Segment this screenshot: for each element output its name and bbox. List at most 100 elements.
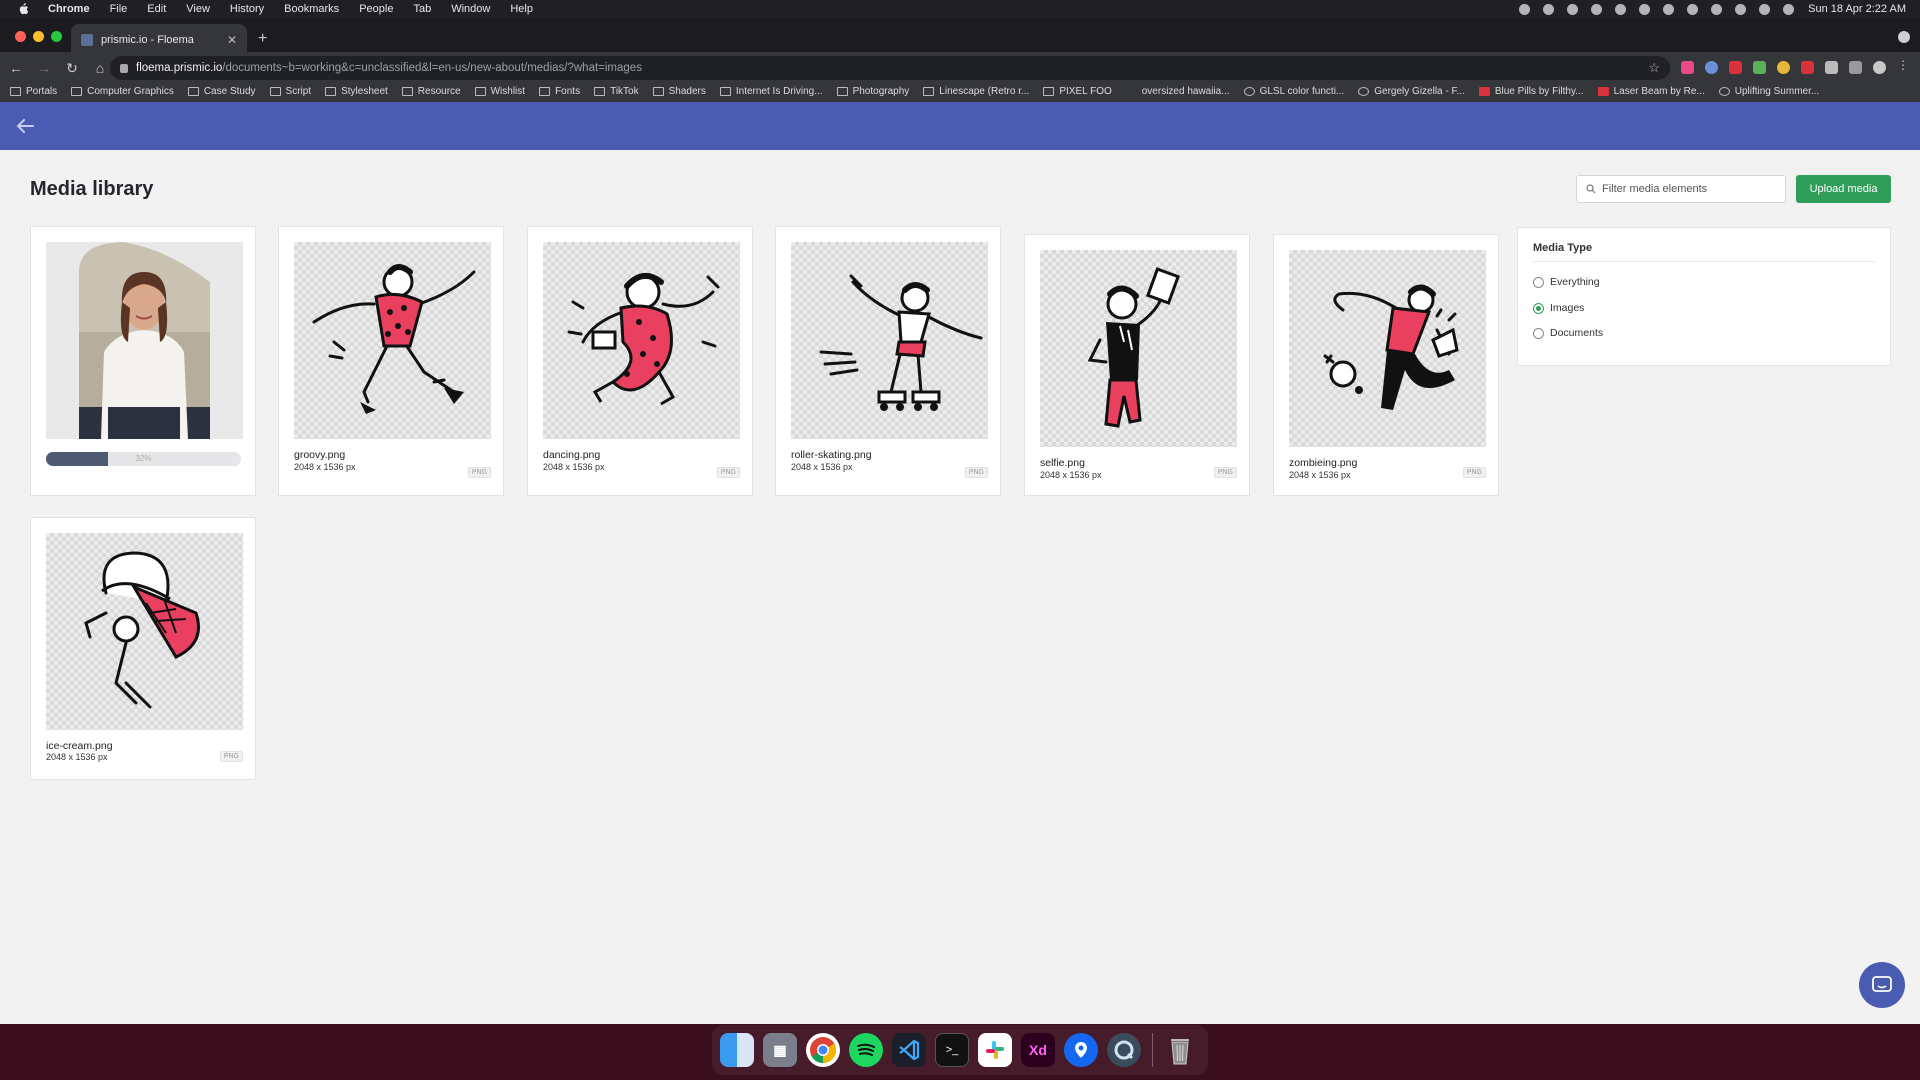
onepassword-ext-icon[interactable] xyxy=(1705,61,1718,74)
bookmark-item[interactable]: Fonts xyxy=(539,86,580,97)
menu-clock[interactable]: Sun 18 Apr 2:22 AM xyxy=(1808,3,1906,15)
menu-file[interactable]: File xyxy=(110,3,128,15)
bookmark-item[interactable]: Computer Graphics xyxy=(71,86,174,97)
status-siri-icon[interactable] xyxy=(1783,3,1795,15)
chrome-menu-icon[interactable]: ⋮ xyxy=(1897,58,1910,72)
media-card[interactable]: selfie.png 2048 x 1536 px PNG xyxy=(1024,234,1250,496)
radio-button-selected[interactable] xyxy=(1533,302,1544,314)
lock-icon[interactable] xyxy=(120,63,128,73)
status-upload-icon[interactable] xyxy=(1615,3,1627,15)
new-tab-icon[interactable]: + xyxy=(258,30,267,48)
media-dimensions: 2048 x 1536 px xyxy=(1040,470,1102,480)
terminal-icon[interactable]: >_ xyxy=(935,1033,969,1067)
slack-icon[interactable] xyxy=(978,1033,1012,1067)
menu-people[interactable]: People xyxy=(359,3,393,15)
file-type-badge: PNG xyxy=(219,751,243,762)
filter-option-documents[interactable]: Documents xyxy=(1533,327,1603,339)
bookmark-item[interactable]: oversized hawaiia... xyxy=(1126,86,1230,97)
status-bluetooth-icon[interactable] xyxy=(1687,3,1699,15)
bookmark-item[interactable]: Uplifting Summer... xyxy=(1718,86,1819,97)
menu-edit[interactable]: Edit xyxy=(147,3,166,15)
menu-tab[interactable]: Tab xyxy=(413,3,431,15)
quicktime-icon[interactable] xyxy=(1107,1033,1141,1067)
status-record-icon[interactable] xyxy=(1519,3,1531,15)
tab-search-icon[interactable] xyxy=(1898,31,1910,43)
menu-app-name[interactable]: Chrome xyxy=(48,3,90,15)
apple-logo-icon[interactable] xyxy=(16,3,30,15)
upload-media-button[interactable]: Upload media xyxy=(1796,175,1891,203)
extension-icon[interactable] xyxy=(1729,61,1742,74)
media-thumbnail xyxy=(46,533,243,730)
bookmark-item[interactable]: GLSL color functi... xyxy=(1243,86,1344,97)
bookmark-item[interactable]: Wishlist xyxy=(474,86,525,97)
status-search-icon[interactable] xyxy=(1735,3,1747,15)
bookmark-item[interactable]: TikTok xyxy=(594,86,639,97)
extension-icon[interactable] xyxy=(1801,61,1814,74)
bookmark-item[interactable]: Case Study xyxy=(187,86,256,97)
status-onepassword-icon[interactable] xyxy=(1591,3,1603,15)
profile-avatar[interactable] xyxy=(1873,61,1886,74)
forward-nav-icon[interactable]: → xyxy=(32,60,56,76)
back-nav-icon[interactable]: ← xyxy=(4,60,28,76)
bookmark-item[interactable]: Stylesheet xyxy=(325,86,388,97)
finder-icon[interactable] xyxy=(720,1033,754,1067)
menu-window[interactable]: Window xyxy=(451,3,490,15)
reload-icon[interactable]: ↻ xyxy=(60,60,84,77)
tab-close-icon[interactable]: ✕ xyxy=(227,33,237,47)
bookmark-item[interactable]: Laser Beam by Re... xyxy=(1597,86,1705,97)
bookmark-item[interactable]: Gergely Gizella - F... xyxy=(1358,86,1465,97)
menu-history[interactable]: History xyxy=(230,3,264,15)
extension-icon[interactable] xyxy=(1753,61,1766,74)
shield-ext-icon[interactable] xyxy=(1825,61,1838,74)
vscode-icon[interactable] xyxy=(892,1033,926,1067)
radio-button[interactable] xyxy=(1533,327,1544,339)
media-card-uploading[interactable]: 32% xyxy=(30,226,256,496)
launchpad-icon[interactable]: ▦ xyxy=(763,1033,797,1067)
menu-view[interactable]: View xyxy=(186,3,210,15)
home-icon[interactable]: ⌂ xyxy=(88,60,112,76)
minimize-window-icon[interactable] xyxy=(33,31,44,42)
bookmark-item[interactable]: Photography xyxy=(836,86,909,97)
bookmark-item[interactable]: Script xyxy=(269,86,311,97)
maps-pin-icon[interactable] xyxy=(1064,1033,1098,1067)
puzzle-extensions-icon[interactable] xyxy=(1849,61,1862,74)
extension-icon[interactable] xyxy=(1777,61,1790,74)
filter-media-input[interactable]: Filter media elements xyxy=(1576,175,1786,203)
status-creative-cloud-icon[interactable] xyxy=(1543,3,1555,15)
bookmark-item[interactable]: Blue Pills by Filthy... xyxy=(1478,86,1584,97)
bookmark-item[interactable]: Portals xyxy=(10,86,57,97)
status-wifi-icon[interactable] xyxy=(1711,3,1723,15)
bookmark-item[interactable]: Shaders xyxy=(652,86,706,97)
bookmark-star-icon[interactable]: ☆ xyxy=(1648,60,1660,76)
back-arrow-icon[interactable] xyxy=(14,116,36,136)
media-card[interactable]: groovy.png 2048 x 1536 px PNG xyxy=(278,226,504,496)
maximize-window-icon[interactable] xyxy=(51,31,62,42)
radio-button[interactable] xyxy=(1533,276,1544,288)
chrome-icon[interactable] xyxy=(806,1033,840,1067)
status-cloud-icon[interactable] xyxy=(1567,3,1579,15)
menu-bookmarks[interactable]: Bookmarks xyxy=(284,3,339,15)
menu-help[interactable]: Help xyxy=(510,3,533,15)
status-play-icon[interactable] xyxy=(1639,3,1651,15)
trash-icon[interactable] xyxy=(1163,1033,1197,1067)
filter-option-everything[interactable]: Everything xyxy=(1533,276,1600,288)
status-control-center-icon[interactable] xyxy=(1759,3,1771,15)
status-battery-icon[interactable] xyxy=(1663,3,1675,15)
address-bar[interactable]: floema.prismic.io/documents~b=working&c=… xyxy=(110,56,1670,80)
media-card[interactable]: dancing.png 2048 x 1536 px PNG xyxy=(527,226,753,496)
support-chat-button[interactable] xyxy=(1859,962,1905,1008)
media-card[interactable]: ice-cream.png 2048 x 1536 px PNG xyxy=(30,517,256,780)
extension-icon[interactable] xyxy=(1681,61,1694,74)
bookmark-item[interactable]: Resource xyxy=(401,86,461,97)
media-card[interactable]: zombieing.png 2048 x 1536 px PNG xyxy=(1273,234,1499,496)
spotify-icon[interactable] xyxy=(849,1033,883,1067)
folder-icon xyxy=(325,86,337,96)
xd-icon[interactable]: Xd xyxy=(1021,1033,1055,1067)
bookmark-item[interactable]: Internet Is Driving... xyxy=(719,86,823,97)
bookmark-item[interactable]: PIXEL FOO xyxy=(1043,86,1112,97)
bookmark-item[interactable]: Linescape (Retro r... xyxy=(923,86,1029,97)
media-card[interactable]: roller-skating.png 2048 x 1536 px PNG xyxy=(775,226,1001,496)
filter-option-images[interactable]: Images xyxy=(1533,302,1584,314)
bookmark-label: Portals xyxy=(26,85,58,97)
close-window-icon[interactable] xyxy=(15,31,26,42)
